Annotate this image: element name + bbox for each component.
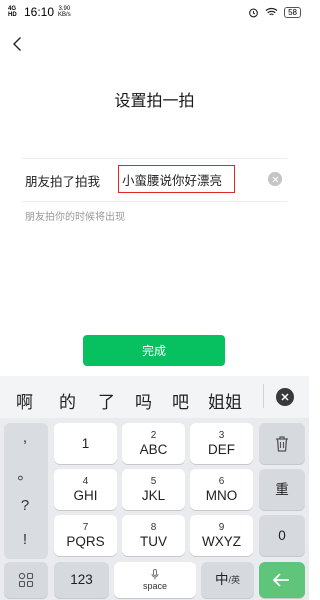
- key-4[interactable]: 4 GHI: [54, 469, 117, 510]
- done-button[interactable]: 完成: [83, 335, 225, 366]
- key-9[interactable]: 9 WXYZ: [190, 515, 253, 556]
- numeric-mode-key[interactable]: 123: [54, 562, 109, 598]
- reenter-key[interactable]: 重: [259, 469, 305, 510]
- network-indicator: 4G HD: [8, 6, 17, 18]
- collapse-keyboard-button[interactable]: [276, 388, 294, 406]
- status-time: 16:10: [24, 5, 55, 19]
- emoji-key[interactable]: [4, 562, 48, 598]
- microphone-icon: [151, 568, 159, 579]
- punct-key[interactable]: !: [4, 531, 46, 548]
- chevron-left-icon: [13, 37, 21, 51]
- punct-key[interactable]: ?: [4, 497, 46, 514]
- punctuation-column: , 。 ? !: [4, 423, 48, 559]
- candidate-item[interactable]: 吧: [172, 388, 189, 413]
- close-icon: [271, 175, 279, 183]
- key-label: JKL: [141, 487, 166, 503]
- key-label: ABC: [139, 441, 168, 457]
- divider-bottom: [22, 201, 287, 202]
- keyboard: 啊 的 了 吗 吧 姐姐 , 。 ? ! 1 2 ABC 3 DEF 4 GHI…: [0, 376, 309, 600]
- backspace-arrow-icon: [273, 573, 289, 587]
- trash-icon: [276, 435, 288, 452]
- key-label: 重: [275, 481, 289, 497]
- clear-input-button[interactable]: [268, 172, 282, 186]
- network-speed: 3.90 KB/s: [58, 6, 71, 18]
- key-3[interactable]: 3 DEF: [190, 423, 253, 464]
- key-label: TUV: [140, 533, 167, 549]
- field-label: 朋友拍了拍我: [25, 175, 101, 189]
- candidate-item[interactable]: 的: [59, 388, 76, 413]
- key-number: 4: [82, 475, 89, 487]
- close-icon: [281, 393, 289, 401]
- punct-key[interactable]: 。: [4, 463, 46, 484]
- alarm-icon: [249, 8, 258, 17]
- emoji-grid-icon: [18, 572, 34, 588]
- key-label: WXYZ: [202, 533, 241, 549]
- key-2[interactable]: 2 ABC: [122, 423, 185, 464]
- tickle-text-input[interactable]: 小蛮腰说你好漂亮: [118, 165, 235, 193]
- key-5[interactable]: 5 JKL: [122, 469, 185, 510]
- key-label: PQRS: [66, 533, 105, 549]
- delete-key[interactable]: [259, 423, 305, 464]
- key-number: 6: [218, 475, 225, 487]
- key-label: space: [142, 580, 168, 591]
- back-button[interactable]: [8, 33, 26, 55]
- enter-key[interactable]: [259, 562, 305, 598]
- space-key[interactable]: space: [114, 562, 196, 598]
- key-8[interactable]: 8 TUV: [122, 515, 185, 556]
- zero-key[interactable]: 0: [259, 515, 305, 556]
- wifi-icon: [265, 7, 278, 16]
- key-number: 9: [218, 521, 225, 533]
- status-bar: 4G HD 16:10 3.90 KB/s 58: [0, 0, 309, 24]
- battery-indicator: 58: [284, 6, 301, 18]
- language-switch-key[interactable]: 中 /英: [201, 562, 254, 598]
- key-6[interactable]: 6 MNO: [190, 469, 253, 510]
- key-label: 123: [70, 572, 93, 587]
- key-number: 7: [82, 521, 89, 533]
- key-1[interactable]: 1: [54, 423, 117, 464]
- candidate-item[interactable]: 吗: [135, 388, 152, 413]
- candidate-item[interactable]: 了: [98, 388, 115, 413]
- lang-sub-label: /英: [228, 575, 240, 585]
- speed-unit: KB/s: [58, 12, 71, 18]
- key-label: 0: [278, 527, 286, 543]
- candidate-item[interactable]: 姐姐: [208, 388, 242, 413]
- key-number: 3: [218, 429, 225, 441]
- key-number: 8: [150, 521, 157, 533]
- key-7[interactable]: 7 PQRS: [54, 515, 117, 556]
- lang-main-label: 中: [214, 572, 229, 587]
- key-label: MNO: [205, 487, 238, 503]
- candidate-separator: [263, 384, 264, 408]
- key-label: DEF: [208, 441, 235, 457]
- status-icons: 58: [248, 6, 301, 18]
- candidate-bar: 啊 的 了 吗 吧 姐姐: [0, 376, 309, 418]
- candidate-item[interactable]: 啊: [16, 388, 33, 413]
- key-label: 1: [81, 435, 90, 451]
- key-number: 2: [150, 429, 157, 441]
- punct-key[interactable]: ,: [4, 429, 46, 446]
- key-number: 5: [150, 475, 157, 487]
- page-title: 设置拍一拍: [114, 93, 195, 110]
- divider-top: [22, 158, 287, 159]
- key-label: GHI: [73, 487, 98, 503]
- hint-text: 朋友拍你的时候将出现: [25, 212, 125, 223]
